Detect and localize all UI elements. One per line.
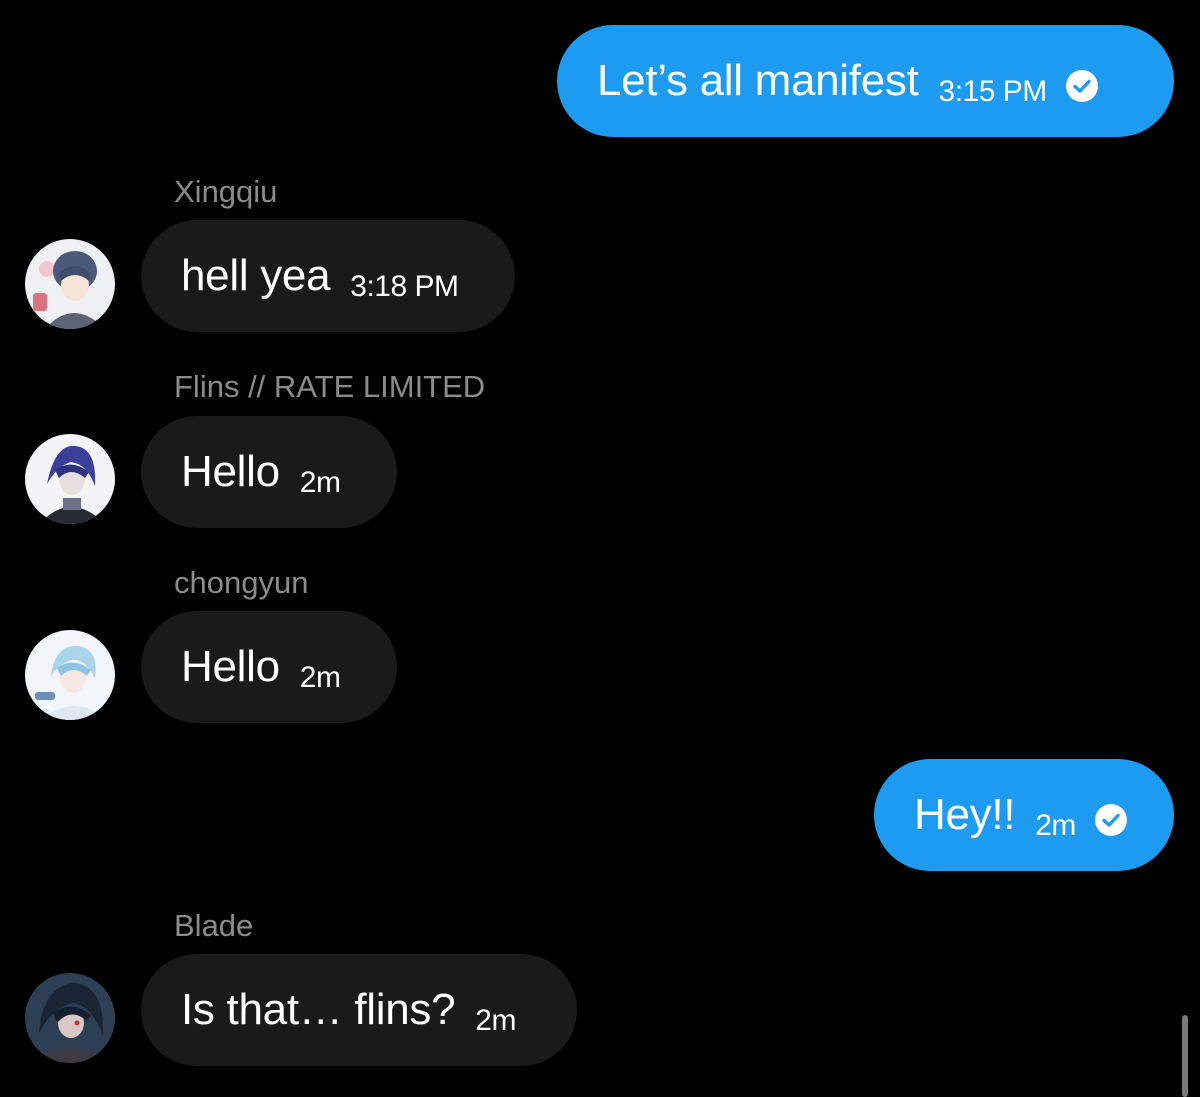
- message-text: Hey!!: [914, 790, 1016, 839]
- incoming-message-bubble[interactable]: Hello 2m: [141, 416, 397, 528]
- scrollbar-thumb[interactable]: [1182, 1015, 1188, 1097]
- message-timestamp: 3:18 PM: [350, 270, 459, 303]
- incoming-message-bubble[interactable]: Is that… flins? 2m: [141, 954, 577, 1066]
- incoming-message-bubble[interactable]: hell yea 3:18 PM: [141, 220, 515, 332]
- sender-name: Flins // RATE LIMITED: [174, 369, 486, 404]
- outgoing-message-bubble[interactable]: Let’s all manifest 3:15 PM: [557, 25, 1174, 137]
- message-timestamp: 3:15 PM: [938, 75, 1048, 108]
- message-timestamp: 2m: [299, 466, 341, 499]
- message-text: Is that… flins?: [181, 985, 456, 1034]
- sender-name: Blade: [174, 908, 254, 943]
- message-text: Hello: [181, 447, 280, 496]
- check-circle-icon: [1094, 804, 1127, 836]
- message-text: Hello: [181, 642, 280, 691]
- message-text: Let’s all manifest: [597, 56, 919, 105]
- sender-name: chongyun: [174, 565, 309, 600]
- message-timestamp: 2m: [1035, 809, 1076, 842]
- sender-name: Xingqiu: [174, 174, 278, 209]
- incoming-message-bubble[interactable]: Hello 2m: [141, 611, 397, 723]
- outgoing-message-bubble[interactable]: Hey!! 2m: [874, 759, 1174, 871]
- check-circle-icon: [1065, 70, 1098, 102]
- message-timestamp: 2m: [299, 661, 341, 694]
- flins-avatar[interactable]: [25, 434, 115, 524]
- message-text: hell yea: [181, 251, 331, 300]
- blade-avatar[interactable]: [25, 973, 115, 1063]
- chongyun-avatar[interactable]: [25, 630, 115, 720]
- message-timestamp: 2m: [475, 1004, 516, 1037]
- xingqiu-avatar[interactable]: [25, 239, 115, 329]
